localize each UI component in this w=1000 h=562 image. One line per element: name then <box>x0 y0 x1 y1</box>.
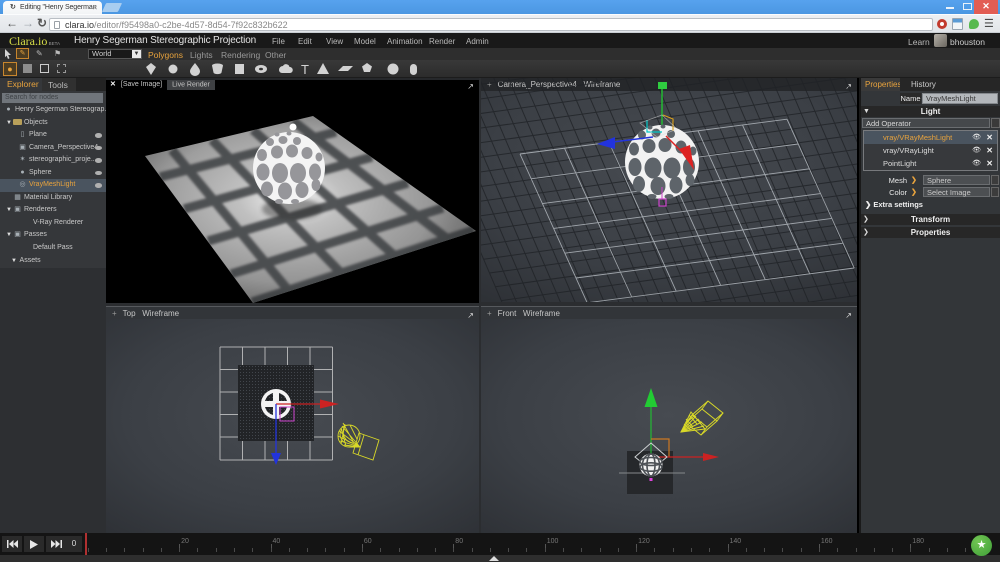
svg-text:T: T <box>301 62 309 77</box>
